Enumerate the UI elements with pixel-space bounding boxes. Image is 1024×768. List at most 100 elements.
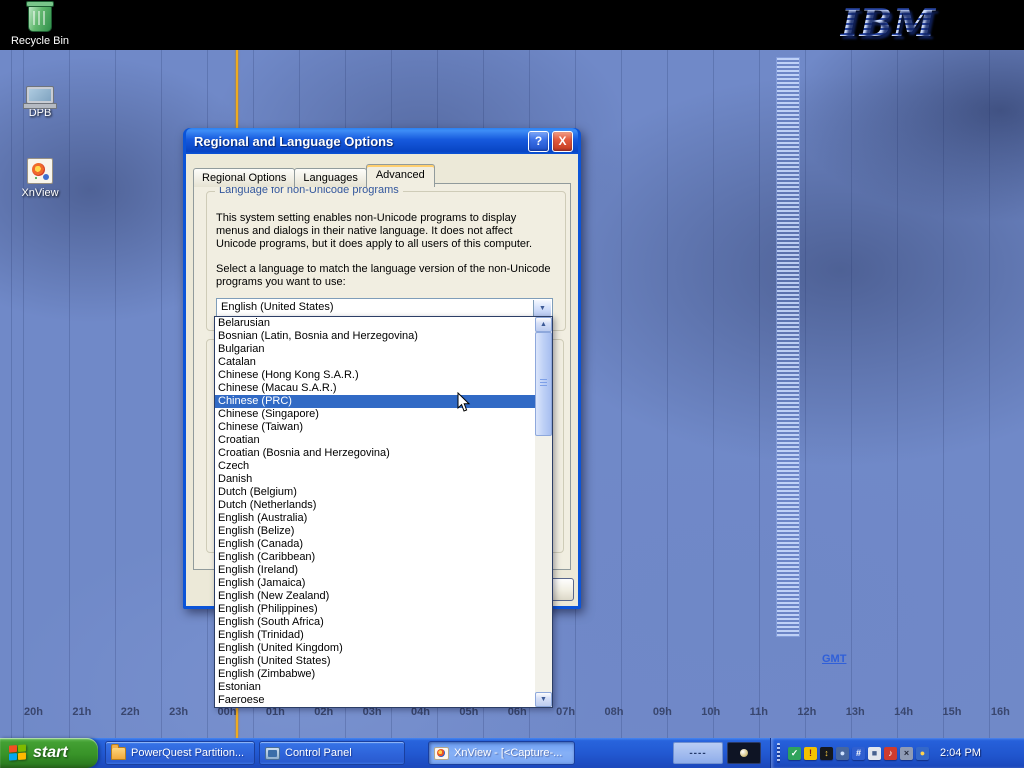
combobox-value: English (United States) [221, 301, 334, 313]
desktop-icon-xnview[interactable]: XnView [8, 158, 72, 199]
taskbar-dark-segment[interactable] [727, 742, 761, 764]
desktop-screen: GMT 20h21h22h23h00h01h02h03h04h05h06h07h… [0, 0, 1024, 768]
folder-icon [111, 747, 126, 760]
timezone-label: 15h [943, 706, 962, 718]
time-sync-icon[interactable]: ● [916, 747, 929, 760]
timezone-label: 11h [750, 706, 768, 718]
timezone-label: 23h [169, 706, 188, 718]
security-center-icon[interactable]: ! [804, 747, 817, 760]
language-option[interactable]: Estonian [215, 681, 535, 694]
dialog-titlebar[interactable]: Regional and Language Options ? X [186, 128, 578, 154]
icon-label: Recycle Bin [8, 35, 72, 47]
language-option[interactable]: Croatian [215, 434, 535, 447]
language-option[interactable]: Bosnian (Latin, Bosnia and Herzegovina) [215, 330, 535, 343]
dropdown-scrollbar[interactable]: ▲ ▼ [535, 317, 552, 707]
language-option[interactable]: Croatian (Bosnia and Herzegovina) [215, 447, 535, 460]
xnview-app-icon [27, 158, 53, 184]
deskband-label: ---- [689, 748, 706, 759]
timezone-label: 21h [72, 706, 91, 718]
taskbar-button-label: PowerQuest Partition... [131, 747, 250, 759]
help-button[interactable]: ? [528, 131, 549, 152]
icon-label: XnView [8, 187, 72, 199]
timezone-label: 13h [846, 706, 865, 718]
recycle-bin-icon [28, 4, 52, 32]
timezone-label: 09h [653, 706, 672, 718]
tray-grip-handle[interactable] [777, 743, 780, 763]
scheduler-icon[interactable]: × [900, 747, 913, 760]
language-option[interactable]: Chinese (PRC) [215, 395, 535, 408]
taskbar-button[interactable]: PowerQuest Partition... [105, 741, 255, 765]
language-option[interactable]: Bulgarian [215, 343, 535, 356]
network-icon[interactable]: # [852, 747, 865, 760]
xnview-icon [434, 747, 449, 760]
language-option[interactable]: Catalan [215, 356, 535, 369]
language-option[interactable]: Dutch (Netherlands) [215, 499, 535, 512]
combobox-dropdown-button[interactable]: ▼ [533, 300, 551, 316]
system-tray: ✓!↕●#■♪×● 2:04 PM [770, 738, 1024, 768]
mouse-cursor [457, 392, 472, 413]
tray-icons: ✓!↕●#■♪×● [788, 747, 929, 760]
taskbar-button-label: Control Panel [285, 747, 358, 759]
scroll-down-icon: ▼ [540, 696, 547, 703]
language-option[interactable]: English (Canada) [215, 538, 535, 551]
chevron-down-icon: ▼ [539, 305, 546, 312]
timezone-label: 10h [701, 706, 720, 718]
removable-device-icon[interactable]: ✓ [788, 747, 801, 760]
language-option[interactable]: English (South Africa) [215, 616, 535, 629]
language-option[interactable]: English (New Zealand) [215, 590, 535, 603]
language-option[interactable]: Chinese (Taiwan) [215, 421, 535, 434]
language-option[interactable]: Chinese (Singapore) [215, 408, 535, 421]
language-option[interactable]: English (Caribbean) [215, 551, 535, 564]
language-option[interactable]: English (United States) [215, 655, 535, 668]
taskband-icon [740, 749, 748, 757]
language-option[interactable]: Faeroese [215, 694, 535, 707]
scroll-down-button[interactable]: ▼ [535, 692, 552, 707]
language-option[interactable]: Belarusian [215, 317, 535, 330]
language-dropdown: BelarusianBosnian (Latin, Bosnia and Her… [214, 316, 553, 708]
language-combobox[interactable]: English (United States) ▼ [216, 298, 553, 318]
scrollbar-thumb[interactable] [535, 332, 552, 436]
non-unicode-language-group: Language for non-Unicode programs This s… [206, 191, 566, 331]
taskbar-button[interactable]: Control Panel [259, 741, 405, 765]
tab-strip: Regional OptionsLanguagesAdvanced [193, 164, 434, 187]
top-banner: Recycle Bin IBM [0, 0, 1024, 50]
language-option[interactable]: English (Australia) [215, 512, 535, 525]
control-panel-icon [265, 747, 280, 760]
tab-regional-options[interactable]: Regional Options [193, 168, 295, 187]
taskbar-button[interactable]: XnView - [<Capture-... [428, 741, 575, 765]
language-option[interactable]: English (Trinidad) [215, 629, 535, 642]
language-option[interactable]: Dutch (Belgium) [215, 486, 535, 499]
scroll-up-icon: ▲ [540, 321, 547, 328]
partition-monitor-icon[interactable]: ■ [868, 747, 881, 760]
gmt-label: GMT [822, 653, 846, 665]
language-option[interactable]: English (United Kingdom) [215, 642, 535, 655]
taskbar-button-label: XnView - [<Capture-... [454, 747, 568, 759]
description-text: This system setting enables non-Unicode … [216, 212, 551, 251]
windows-update-icon[interactable]: ↕ [820, 747, 833, 760]
tab-advanced[interactable]: Advanced [366, 164, 435, 187]
timezone-label: 22h [121, 706, 140, 718]
desktop-icon-recycle-bin[interactable]: Recycle Bin [8, 4, 72, 47]
timezone-label: 14h [894, 706, 913, 718]
language-option[interactable]: Chinese (Hong Kong S.A.R.) [215, 369, 535, 382]
language-option[interactable]: English (Zimbabwe) [215, 668, 535, 681]
scroll-up-button[interactable]: ▲ [535, 317, 552, 332]
language-option[interactable]: English (Ireland) [215, 564, 535, 577]
language-option[interactable]: English (Philippines) [215, 603, 535, 616]
taskbar-deskband[interactable]: ---- [673, 742, 723, 764]
language-option[interactable]: Czech [215, 460, 535, 473]
tab-languages[interactable]: Languages [294, 168, 366, 187]
desktop-icon-dpb[interactable]: DPB [8, 86, 72, 119]
language-option[interactable]: Danish [215, 473, 535, 486]
dialog-title: Regional and Language Options [194, 134, 525, 149]
instruction-text: Select a language to match the language … [216, 263, 557, 289]
close-button[interactable]: X [552, 131, 573, 152]
volume-muted-icon[interactable]: ♪ [884, 747, 897, 760]
laptop-icon [26, 86, 54, 104]
ibm-logo: IBM [836, 0, 941, 45]
language-option[interactable]: Chinese (Macau S.A.R.) [215, 382, 535, 395]
display-settings-icon[interactable]: ● [836, 747, 849, 760]
language-option[interactable]: English (Belize) [215, 525, 535, 538]
language-option[interactable]: English (Jamaica) [215, 577, 535, 590]
taskbar-clock[interactable]: 2:04 PM [940, 747, 993, 759]
